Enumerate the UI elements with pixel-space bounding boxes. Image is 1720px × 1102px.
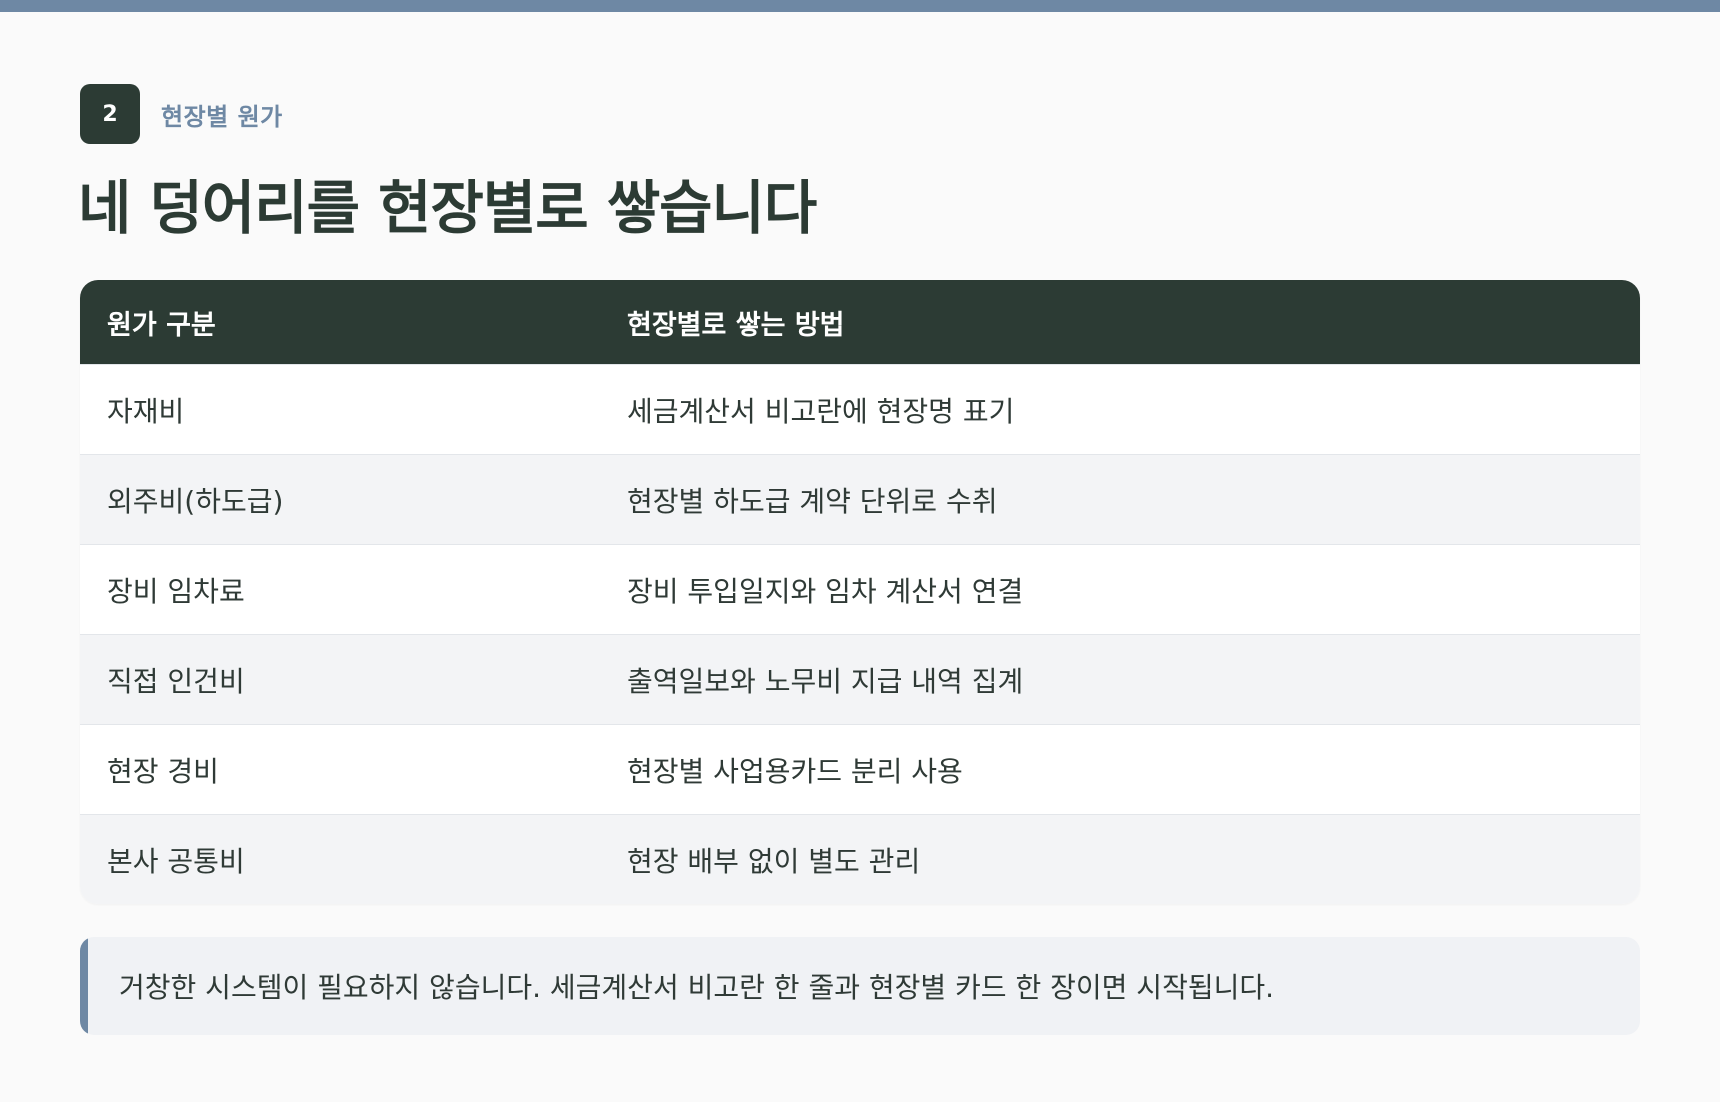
cost-type-cell: 현장 경비 [107,754,219,788]
method-cell: 세금계산서 비고란에 현장명 표기 [627,394,1015,428]
section-number-badge: 2 [80,84,140,144]
top-accent-bar [0,0,1720,12]
table-row: 현장 경비 현장별 사업용카드 분리 사용 [80,724,1640,814]
cost-type-cell: 장비 임차료 [107,574,245,608]
callout-accent-bar [80,937,88,1035]
cost-type-cell: 자재비 [107,394,185,428]
method-cell: 출역일보와 노무비 지급 내역 집계 [627,664,1024,698]
column-header-method: 현장별로 쌓는 방법 [627,309,845,341]
table-row: 장비 임차료 장비 투입일지와 임차 계산서 연결 [80,544,1640,634]
cost-type-cell: 외주비(하도급) [107,484,284,518]
table-row: 직접 인건비 출역일보와 노무비 지급 내역 집계 [80,634,1640,724]
page-title: 네 덩어리를 현장별로 쌓습니다 [78,174,817,242]
table-header-row: 원가 구분 현장별로 쌓는 방법 [80,280,1640,364]
section-header: 2 현장별 원가 [80,84,283,144]
method-cell: 현장 배부 없이 별도 관리 [627,844,921,878]
table-row: 자재비 세금계산서 비고란에 현장명 표기 [80,364,1640,454]
cost-method-table: 원가 구분 현장별로 쌓는 방법 자재비 세금계산서 비고란에 현장명 표기 외… [80,280,1640,904]
method-cell: 현장별 하도급 계약 단위로 수취 [627,484,998,518]
table-row: 외주비(하도급) 현장별 하도급 계약 단위로 수취 [80,454,1640,544]
method-cell: 장비 투입일지와 임차 계산서 연결 [627,574,1024,608]
column-header-cost-type: 원가 구분 [107,309,216,341]
cost-type-cell: 본사 공통비 [107,844,245,878]
section-label: 현장별 원가 [161,102,283,131]
cost-type-cell: 직접 인건비 [107,664,245,698]
method-cell: 현장별 사업용카드 분리 사용 [627,754,963,788]
callout-note: 거창한 시스템이 필요하지 않습니다. 세금계산서 비고란 한 줄과 현장별 카… [80,937,1640,1035]
table-row: 본사 공통비 현장 배부 없이 별도 관리 [80,814,1640,904]
callout-text: 거창한 시스템이 필요하지 않습니다. 세금계산서 비고란 한 줄과 현장별 카… [119,971,1275,1004]
